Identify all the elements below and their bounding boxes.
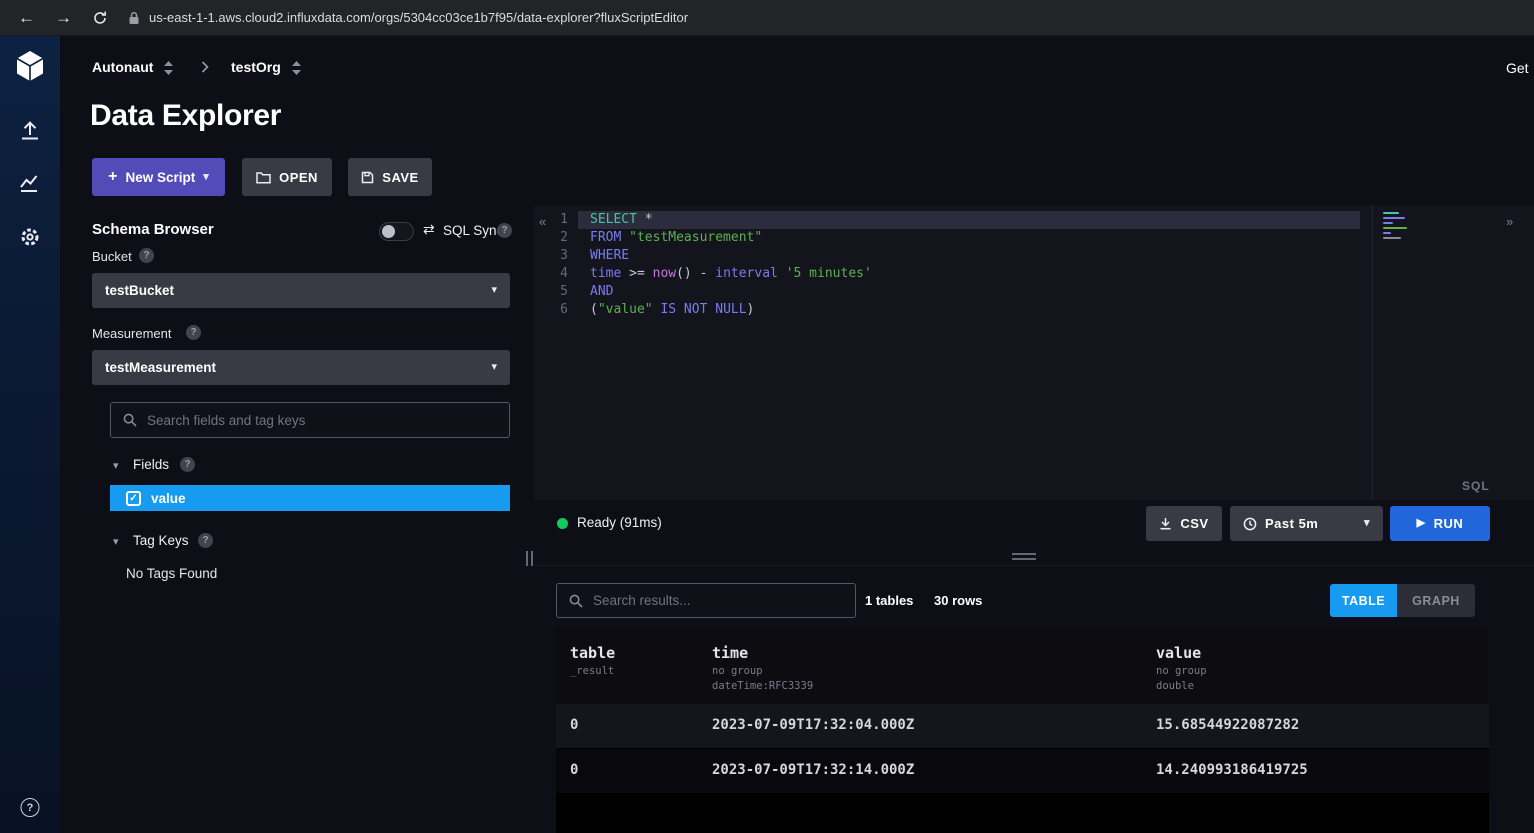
search-icon	[569, 594, 583, 608]
results-table-body: 02023-07-09T17:32:04.000Z15.685449220872…	[556, 704, 1489, 793]
download-icon	[1159, 517, 1172, 530]
column-header: valueno groupdouble	[1156, 644, 1207, 692]
bucket-help-icon[interactable]: ?	[139, 248, 154, 263]
back-icon[interactable]: ←	[18, 9, 35, 26]
bucket-dropdown[interactable]: testBucket ▾	[92, 273, 510, 308]
rows-count: 30 rows	[934, 593, 982, 608]
field-checkbox[interactable]: ✓	[126, 491, 141, 506]
url-bar[interactable]: us-east-1-1.aws.cloud2.influxdata.com/or…	[128, 10, 688, 25]
bucket-label: Bucket	[92, 249, 132, 264]
table-row: 02023-07-09T17:32:14.000Z14.240993186419…	[556, 749, 1489, 793]
language-badge: SQL	[1462, 479, 1490, 493]
field-item-value[interactable]: ✓ value	[110, 485, 510, 511]
plus-icon: +	[108, 169, 117, 185]
no-tags-message: No Tags Found	[126, 566, 217, 581]
measurement-help-icon[interactable]: ?	[186, 325, 201, 340]
sql-sync-help-icon[interactable]: ?	[497, 223, 512, 238]
schema-search	[110, 402, 510, 438]
settings-gear-icon[interactable]	[19, 226, 41, 248]
status-indicator-dot	[557, 518, 568, 529]
refresh-icon[interactable]	[92, 10, 108, 26]
account-switcher[interactable]: Autonaut	[92, 59, 153, 75]
chevron-down-icon: ▾	[203, 172, 209, 183]
field-label: value	[151, 491, 186, 506]
save-button[interactable]: SAVE	[348, 158, 432, 196]
editor-code-lines: 1SELECT *2FROM "testMeasurement"3WHERE4t…	[534, 211, 1360, 319]
sync-arrows-icon: ⇄	[423, 221, 435, 238]
vertical-resize-handle[interactable]	[526, 551, 533, 566]
clock-icon	[1243, 517, 1257, 531]
tag-keys-help-icon[interactable]: ?	[198, 533, 213, 548]
fields-label: Fields	[133, 457, 169, 472]
view-mode-tabs: TABLE GRAPH	[1330, 584, 1475, 617]
forward-icon[interactable]: →	[55, 9, 72, 26]
collapse-right-icon[interactable]: »	[1506, 215, 1513, 228]
code-line: 5AND	[534, 283, 1360, 301]
csv-download-button[interactable]: CSV	[1146, 506, 1222, 541]
breadcrumb-chevron-icon	[201, 61, 209, 73]
results-table-header: table_result timeno groupdateTime:RFC3339…	[556, 627, 1489, 704]
chevron-down-icon: ▾	[491, 362, 497, 373]
column-header: timeno groupdateTime:RFC3339	[712, 644, 813, 692]
fields-caret-icon[interactable]: ▾	[113, 459, 119, 472]
browser-chrome: ← → us-east-1-1.aws.cloud2.influxdata.co…	[0, 0, 1534, 36]
lock-icon	[128, 11, 140, 25]
play-icon: ▶	[1417, 518, 1426, 529]
upload-icon[interactable]	[19, 120, 41, 141]
tag-keys-label: Tag Keys	[133, 533, 189, 548]
sql-editor[interactable]: « 1SELECT *2FROM "testMeasurement"3WHERE…	[534, 205, 1534, 500]
org-sort-icon[interactable]	[292, 61, 301, 75]
minimap-divider	[1372, 205, 1373, 500]
results-table: table_result timeno groupdateTime:RFC3339…	[556, 627, 1489, 833]
data-explorer-graph-icon[interactable]	[19, 173, 41, 193]
chevron-down-icon: ▾	[1364, 518, 1370, 529]
run-button[interactable]: ▶ RUN	[1390, 506, 1490, 541]
org-switcher[interactable]: testOrg	[231, 59, 281, 75]
open-button[interactable]: OPEN	[242, 158, 332, 196]
account-sort-icon[interactable]	[164, 61, 173, 75]
new-script-button[interactable]: + New Script ▾	[92, 158, 225, 196]
influxdb-logo-icon[interactable]	[15, 50, 45, 82]
editor-minimap[interactable]	[1383, 212, 1411, 242]
fields-help-icon[interactable]: ?	[180, 457, 195, 472]
code-line: 3WHERE	[534, 247, 1360, 265]
search-icon	[123, 413, 137, 427]
results-divider	[534, 565, 1534, 566]
sql-sync-toggle[interactable]	[379, 222, 414, 241]
help-icon[interactable]: ?	[21, 798, 40, 817]
chevron-down-icon: ▾	[491, 285, 497, 296]
tab-graph[interactable]: GRAPH	[1397, 584, 1475, 617]
page-title: Data Explorer	[90, 99, 281, 133]
url-text: us-east-1-1.aws.cloud2.influxdata.com/or…	[149, 10, 688, 25]
app-window: ← → us-east-1-1.aws.cloud2.influxdata.co…	[0, 0, 1534, 833]
tag-keys-caret-icon[interactable]: ▾	[113, 535, 119, 548]
tables-count: 1 tables	[865, 593, 913, 608]
sql-sync-label: SQL Sync	[443, 223, 503, 238]
tab-table[interactable]: TABLE	[1330, 584, 1397, 617]
results-search	[556, 583, 856, 618]
time-range-dropdown[interactable]: Past 5m ▾	[1230, 506, 1383, 541]
status-text: Ready (91ms)	[577, 515, 662, 530]
measurement-label: Measurement	[92, 326, 171, 341]
left-nav: ?	[0, 36, 60, 833]
get-started-link[interactable]: Get	[1506, 60, 1534, 76]
code-line: 2FROM "testMeasurement"	[534, 229, 1360, 247]
folder-icon	[256, 171, 271, 184]
results-search-input[interactable]	[593, 593, 843, 608]
table-row: 02023-07-09T17:32:04.000Z15.685449220872…	[556, 704, 1489, 748]
code-line: 1SELECT *	[534, 211, 1360, 229]
measurement-dropdown[interactable]: testMeasurement ▾	[92, 350, 510, 385]
code-line: 6("value" IS NOT NULL)	[534, 301, 1360, 319]
horizontal-resize-handle[interactable]	[1012, 553, 1036, 560]
column-header: table_result	[570, 644, 615, 677]
save-disk-icon	[361, 171, 374, 184]
schema-browser-title: Schema Browser	[92, 221, 214, 238]
code-line: 4time >= now() - interval '5 minutes'	[534, 265, 1360, 283]
schema-search-input[interactable]	[147, 413, 497, 428]
